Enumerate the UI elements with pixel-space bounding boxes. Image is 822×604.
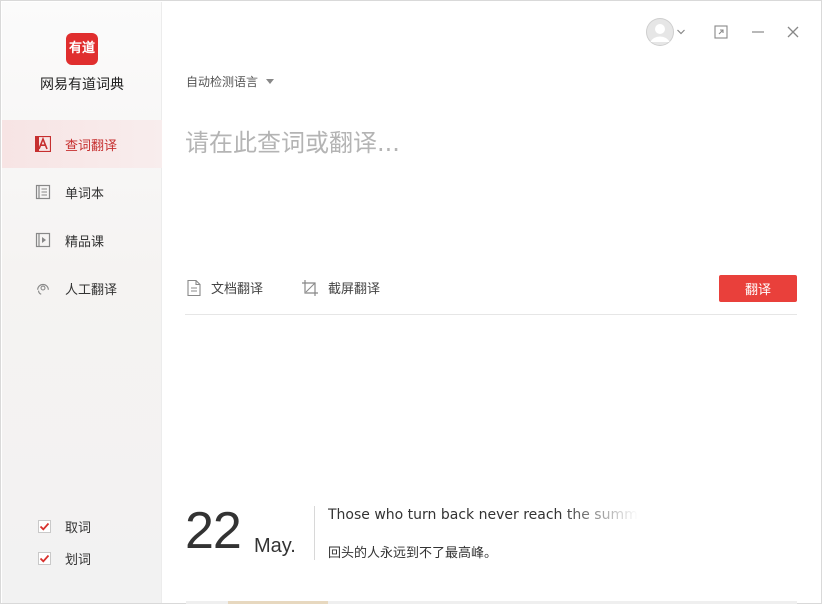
maximize-icon bbox=[714, 25, 728, 39]
capture-word-label: 取词 bbox=[65, 520, 92, 536]
option-capture-word[interactable]: 取词 bbox=[38, 510, 91, 542]
close-icon bbox=[787, 26, 799, 38]
capture-options: 取词 划词 bbox=[38, 510, 91, 574]
avatar[interactable] bbox=[646, 18, 674, 46]
close-button[interactable] bbox=[783, 22, 803, 42]
avatar-icon bbox=[646, 18, 674, 46]
check-icon bbox=[39, 554, 50, 563]
capture-word-checkbox[interactable] bbox=[38, 519, 51, 533]
app-name: 网易有道词典 bbox=[40, 77, 124, 93]
daily-day: 22 bbox=[185, 502, 242, 560]
divider bbox=[185, 314, 797, 315]
app-logo: 有道 bbox=[66, 33, 98, 65]
daily-quote-en[interactable]: Those who turn back never reach the summ… bbox=[328, 507, 638, 523]
doc-translate-button[interactable]: 文档翻译 bbox=[186, 278, 263, 297]
document-icon bbox=[187, 279, 201, 296]
daily-separator bbox=[314, 506, 315, 560]
sidebar-item-label: 精品课 bbox=[65, 234, 105, 250]
doc-translate-label: 文档翻译 bbox=[211, 282, 264, 297]
sidebar-item-lookup[interactable]: 查词翻译 bbox=[2, 120, 162, 168]
screenshot-translate-button[interactable]: 截屏翻译 bbox=[301, 278, 380, 297]
check-icon bbox=[39, 522, 50, 531]
select-word-checkbox[interactable] bbox=[38, 551, 51, 565]
sidebar-item-label: 单词本 bbox=[65, 186, 105, 202]
minimize-button[interactable] bbox=[748, 22, 768, 42]
sidebar-item-courses[interactable]: 精品课 bbox=[2, 216, 162, 264]
caret-down-icon bbox=[266, 79, 275, 84]
option-select-word[interactable]: 划词 bbox=[38, 542, 91, 574]
headset-icon bbox=[35, 280, 51, 296]
sidebar: 有道 网易有道词典 查词翻译 单词本 精品课 人工翻译 取词 划词 bbox=[2, 2, 162, 603]
sidebar-item-human-translation[interactable]: 人工翻译 bbox=[2, 264, 162, 312]
crop-icon bbox=[302, 279, 318, 296]
sidebar-item-label: 查词翻译 bbox=[65, 138, 118, 154]
account-menu-button[interactable] bbox=[674, 22, 688, 42]
select-word-label: 划词 bbox=[65, 552, 92, 568]
query-input[interactable] bbox=[185, 123, 795, 253]
sidebar-nav: 查词翻译 单词本 精品课 人工翻译 bbox=[2, 120, 162, 312]
language-select[interactable]: 自动检测语言 bbox=[186, 73, 275, 90]
chevron-down-icon bbox=[677, 29, 685, 35]
daily-month: May. bbox=[254, 535, 296, 557]
translate-button[interactable]: 翻译 bbox=[719, 275, 797, 302]
translate-a-icon bbox=[35, 136, 51, 152]
sidebar-item-wordbook[interactable]: 单词本 bbox=[2, 168, 162, 216]
language-select-label: 自动检测语言 bbox=[186, 75, 259, 89]
minimize-icon bbox=[752, 31, 764, 33]
notebook-icon bbox=[35, 184, 51, 200]
daily-quote-cn: 回头的人永远到不了最高峰。 bbox=[328, 546, 498, 561]
maximize-button[interactable] bbox=[711, 22, 731, 42]
sidebar-item-label: 人工翻译 bbox=[65, 282, 118, 298]
app-window: 有道 网易有道词典 查词翻译 单词本 精品课 人工翻译 取词 划词 自动检测语言… bbox=[0, 0, 822, 604]
play-course-icon bbox=[35, 232, 51, 248]
screenshot-translate-label: 截屏翻译 bbox=[328, 282, 381, 297]
